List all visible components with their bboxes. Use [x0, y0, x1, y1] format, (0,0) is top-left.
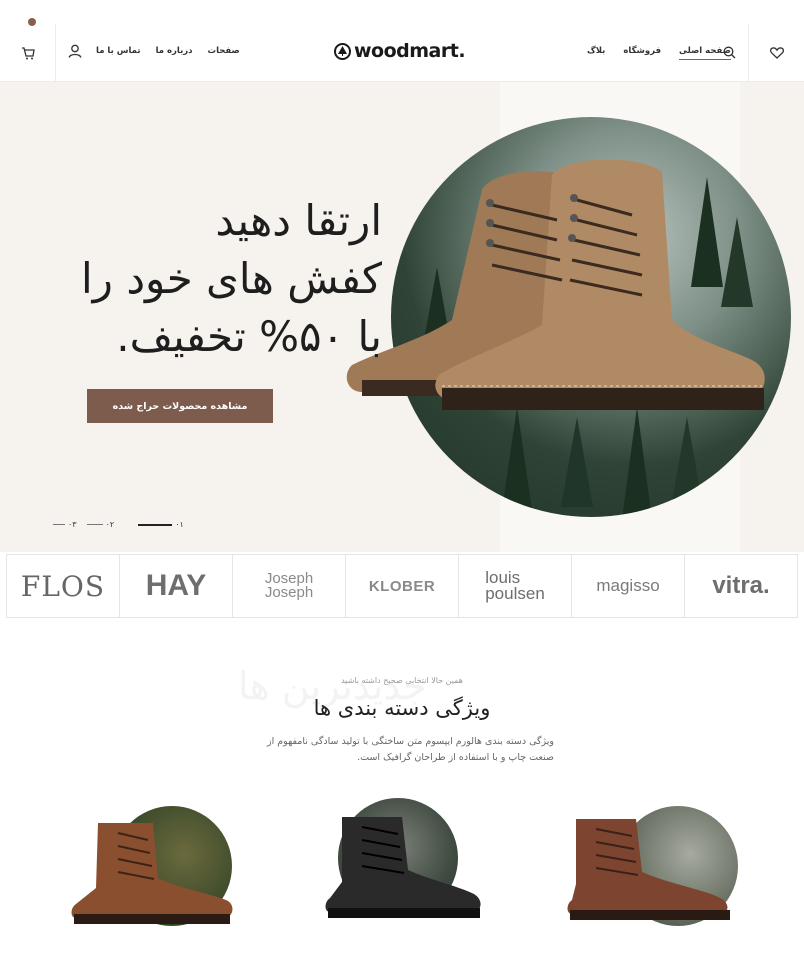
brand-hay[interactable]: HAY	[120, 555, 233, 617]
hero-headline-line-3: با ۵۰% تخفیف.	[116, 312, 382, 361]
nav-about[interactable]: درباره ما	[156, 46, 193, 56]
nav-left: تماس با ما درباره ما صفحات	[96, 46, 240, 56]
hero-headline: ارتقا دهید کفش های خود را با ۵۰% تخفیف.	[81, 192, 382, 366]
cart-button[interactable]	[0, 24, 56, 82]
hero-slider: ارتقا دهید کفش های خود را با ۵۰% تخفیف. …	[0, 82, 804, 552]
slide-1-label: ۰۱	[175, 520, 184, 529]
nav-right: بلاگ فروشگاه صفحه اصلی	[587, 46, 731, 60]
nav-contact[interactable]: تماس با ما	[96, 46, 141, 56]
brand-klober-logo: KLOBER	[368, 577, 436, 595]
featured-categories-section: جدیدترین ها همین حالا انتخابی صحیح داشته…	[0, 618, 804, 957]
search-icon[interactable]	[723, 46, 736, 59]
slide-1-dot[interactable]: ۰۱	[138, 520, 184, 529]
brand-vitra[interactable]: vitra.	[685, 555, 797, 617]
tan-boot-image	[567, 819, 730, 920]
brown-boot-image	[71, 823, 233, 924]
section-title: ویژگی دسته بندی ها	[313, 696, 491, 720]
slide-3-label: ۰۳	[68, 520, 77, 529]
brand-joseph[interactable]: Joseph Joseph	[233, 555, 346, 617]
user-icon[interactable]	[68, 44, 82, 58]
brand-louis-poulsen-logo: louis poulsen	[485, 568, 545, 603]
brand-joseph-logo: Joseph Joseph	[264, 570, 314, 601]
category-card-brown-boots[interactable]	[68, 806, 238, 936]
hero-boots-image	[346, 160, 765, 410]
slide-3-dot[interactable]: ۰۳	[53, 520, 77, 529]
brand-flos-logo: FLOS	[20, 569, 106, 603]
section-subtitle: همین حالا انتخابی صحیح داشته باشید	[340, 676, 464, 685]
brand-magisso[interactable]: magisso	[572, 555, 685, 617]
category-card-black-boots[interactable]	[322, 798, 492, 936]
wishlist-button[interactable]	[748, 24, 804, 82]
site-header: تماس با ما درباره ما صفحات woodmart. بلا…	[0, 0, 804, 82]
cart-icon	[21, 46, 35, 59]
brand-hay-logo: HAY	[145, 569, 207, 602]
nav-shop[interactable]: فروشگاه	[623, 46, 661, 60]
slide-2-dot[interactable]: ۰۲	[86, 520, 115, 529]
slide-2-label: ۰۲	[105, 520, 115, 529]
category-card-tan-boots[interactable]	[566, 806, 738, 936]
nav-pages[interactable]: صفحات	[208, 46, 240, 56]
slider-pagination: ۰۳ ۰۲ ۰۱	[53, 520, 184, 529]
hero-headline-line-1: ارتقا دهید	[215, 196, 382, 245]
brand-flos[interactable]: FLOS	[7, 555, 120, 617]
logo[interactable]: woodmart.	[334, 40, 466, 62]
logo-text: woodmart.	[354, 40, 466, 62]
brand-louis-poulsen[interactable]: louis poulsen	[459, 555, 572, 617]
cart-count-badge	[28, 18, 36, 26]
logo-tree-icon	[334, 42, 351, 60]
brand-vitra-logo: vitra.	[712, 572, 770, 599]
heart-icon	[769, 47, 784, 59]
brand-logos-strip: FLOS HAY Joseph Joseph KLOBER louis poul…	[6, 554, 798, 618]
view-sale-products-button[interactable]: مشاهده محصولات حراج شده	[87, 389, 273, 423]
section-description: ویژگی دسته بندی هالورم ایپسوم متن ساختگی…	[267, 736, 554, 763]
hero-headline-line-2: کفش های خود را	[81, 254, 382, 303]
brand-klober[interactable]: KLOBER	[346, 555, 459, 617]
black-boot-image	[325, 817, 481, 918]
nav-blog[interactable]: بلاگ	[587, 46, 605, 60]
brand-magisso-logo: magisso	[596, 576, 660, 595]
